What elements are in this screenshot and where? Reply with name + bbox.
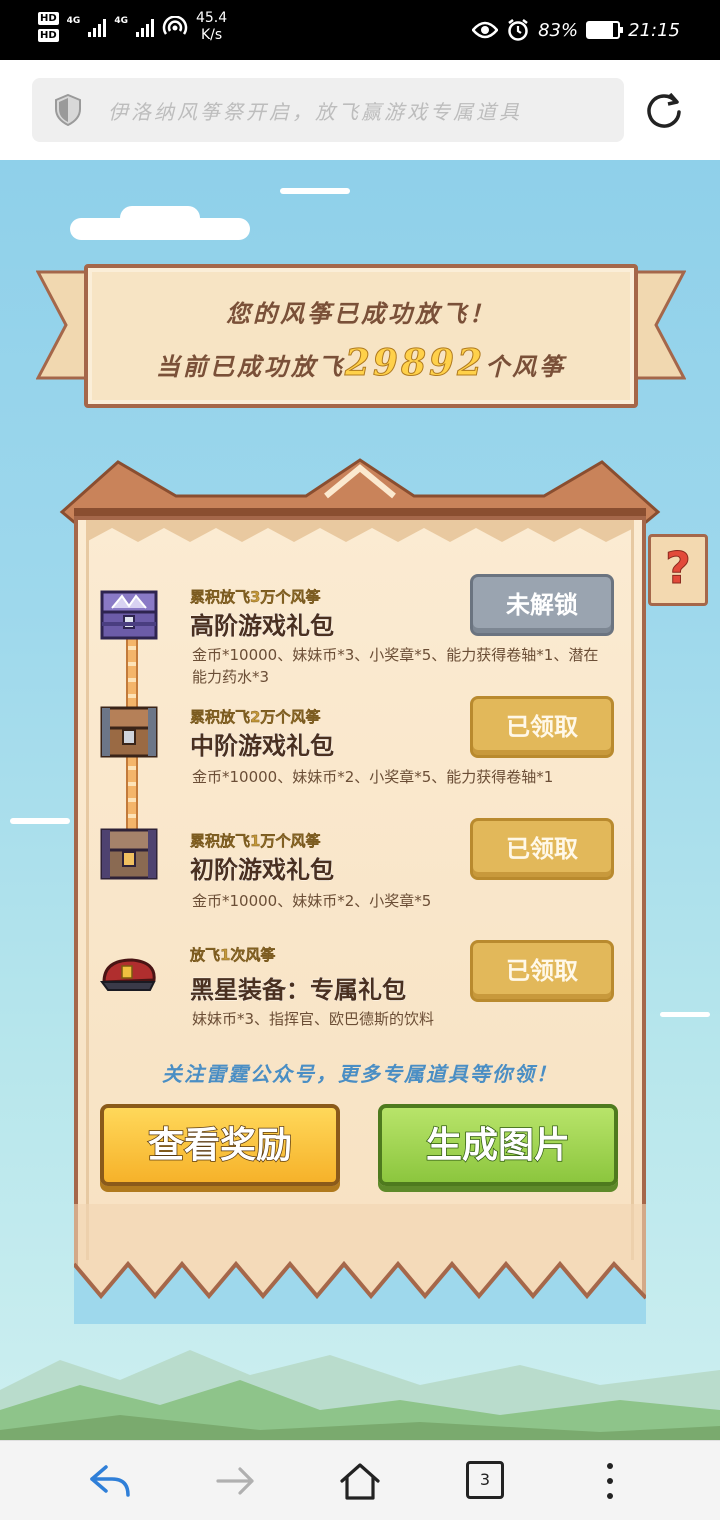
cloud bbox=[660, 1012, 710, 1017]
background-hills bbox=[0, 1350, 720, 1440]
speed-value: 45.4 bbox=[195, 10, 228, 26]
signal-icon-1 bbox=[88, 17, 107, 37]
refresh-icon[interactable] bbox=[644, 90, 684, 130]
tier-name: 高阶游戏礼包 bbox=[190, 612, 335, 641]
status-left: HD HD 4G 4G 45.4 K/s bbox=[38, 10, 227, 44]
tier-unlock-button[interactable]: 未解锁 bbox=[470, 574, 614, 636]
tier-claimed-button[interactable]: 已领取 bbox=[470, 696, 614, 758]
treasure-chest-icon bbox=[100, 590, 158, 640]
url-field[interactable]: 伊洛纳风筝祭开启，放飞赢游戏专属道具 bbox=[32, 78, 624, 142]
help-button[interactable]: ? bbox=[648, 534, 708, 606]
chain-link bbox=[126, 754, 138, 830]
tier-requirement: 累积放飞3万个风筝 bbox=[190, 588, 321, 606]
tier-name: 黑星装备：专属礼包 bbox=[190, 976, 407, 1005]
tier-requirement: 累积放飞2万个风筝 bbox=[190, 708, 321, 726]
treasure-chest-icon bbox=[100, 706, 158, 758]
game-canvas: 您的风筝已成功放飞！ 当前已成功放飞29892个风筝 ? 累积放飞3万个风筝 高… bbox=[0, 160, 720, 1440]
tier-requirement: 放飞1次风筝 bbox=[190, 946, 276, 964]
browser-url-bar: 伊洛纳风筝祭开启，放飞赢游戏专属道具 bbox=[0, 60, 720, 160]
home-icon[interactable] bbox=[338, 1461, 382, 1501]
battery-icon bbox=[586, 21, 624, 39]
forward-arrow-icon[interactable] bbox=[214, 1461, 258, 1501]
tabs-count: 3 bbox=[479, 1470, 491, 1489]
chain-link bbox=[126, 634, 138, 710]
tier-requirement: 累积放飞1万个风筝 bbox=[190, 832, 321, 850]
commander-hat-icon bbox=[100, 958, 156, 991]
network-type-1: 4G bbox=[66, 16, 81, 26]
tier-name: 中阶游戏礼包 bbox=[190, 732, 335, 761]
browser-bottom-nav: 3 bbox=[0, 1440, 720, 1520]
panel-bottom-zigzag bbox=[74, 1204, 646, 1324]
tier-claimed-button[interactable]: 已领取 bbox=[470, 940, 614, 1002]
panel-top-zigzag bbox=[86, 520, 634, 542]
cloud bbox=[10, 818, 70, 824]
success-banner: 您的风筝已成功放飞！ 当前已成功放飞29892个风筝 bbox=[84, 264, 638, 408]
battery-fill bbox=[588, 23, 614, 37]
cloud bbox=[120, 206, 200, 230]
status-right: 83% 21:15 bbox=[472, 18, 680, 42]
hd1-badge: HD bbox=[38, 12, 59, 25]
page-title-text: 伊洛纳风筝祭开启，放飞赢游戏专属道具 bbox=[108, 99, 522, 124]
follow-promo-text: 关注雷霆公众号，更多专属道具等你领！ bbox=[162, 1062, 558, 1086]
treasure-chest-icon bbox=[100, 828, 158, 880]
cloud bbox=[280, 188, 350, 194]
speed-unit: K/s bbox=[200, 27, 223, 43]
tier-description: 妹妹币*3、指挥官、欧巴德斯的饮料 bbox=[192, 1010, 435, 1028]
tier-description: 金币*10000、妹妹币*3、小奖章*5、能力获得卷轴*1、潜在能力药水*3 bbox=[192, 646, 599, 686]
tabs-button[interactable]: 3 bbox=[466, 1461, 504, 1499]
view-rewards-button[interactable]: 查看奖励 bbox=[100, 1104, 340, 1186]
tier-description: 金币*10000、妹妹币*2、小奖章*5、能力获得卷轴*1 bbox=[192, 768, 554, 786]
clock: 21:15 bbox=[628, 19, 680, 41]
tier-claimed-button[interactable]: 已领取 bbox=[470, 818, 614, 880]
network-type-2: 4G bbox=[114, 16, 128, 26]
banner-suffix: 个风筝 bbox=[485, 352, 567, 381]
hd-indicators: HD HD bbox=[38, 12, 59, 42]
more-vertical-icon[interactable] bbox=[588, 1461, 632, 1501]
back-arrow-icon[interactable] bbox=[88, 1461, 132, 1501]
network-speed: 45.4 K/s bbox=[196, 10, 227, 44]
kite-count: 29892 bbox=[344, 342, 486, 385]
generate-image-button[interactable]: 生成图片 bbox=[378, 1104, 618, 1186]
signal-icon-2 bbox=[135, 17, 154, 37]
battery-percent: 83% bbox=[538, 19, 579, 41]
tier-name: 初阶游戏礼包 bbox=[190, 856, 335, 885]
hotspot-icon bbox=[162, 16, 188, 35]
hd2-badge: HD bbox=[38, 29, 59, 42]
banner-line-1: 您的风筝已成功放飞！ bbox=[226, 299, 496, 328]
status-bar: HD HD 4G 4G 45.4 K/s 83% 21:15 bbox=[0, 0, 720, 60]
banner-prefix: 当前已成功放飞 bbox=[155, 352, 345, 381]
shield-icon[interactable] bbox=[54, 94, 82, 126]
tier-description: 金币*10000、妹妹币*2、小奖章*5 bbox=[192, 892, 432, 910]
alarm-icon bbox=[508, 19, 528, 41]
banner-line-2: 当前已成功放飞29892个风筝 bbox=[88, 342, 634, 385]
eye-icon bbox=[472, 21, 499, 39]
